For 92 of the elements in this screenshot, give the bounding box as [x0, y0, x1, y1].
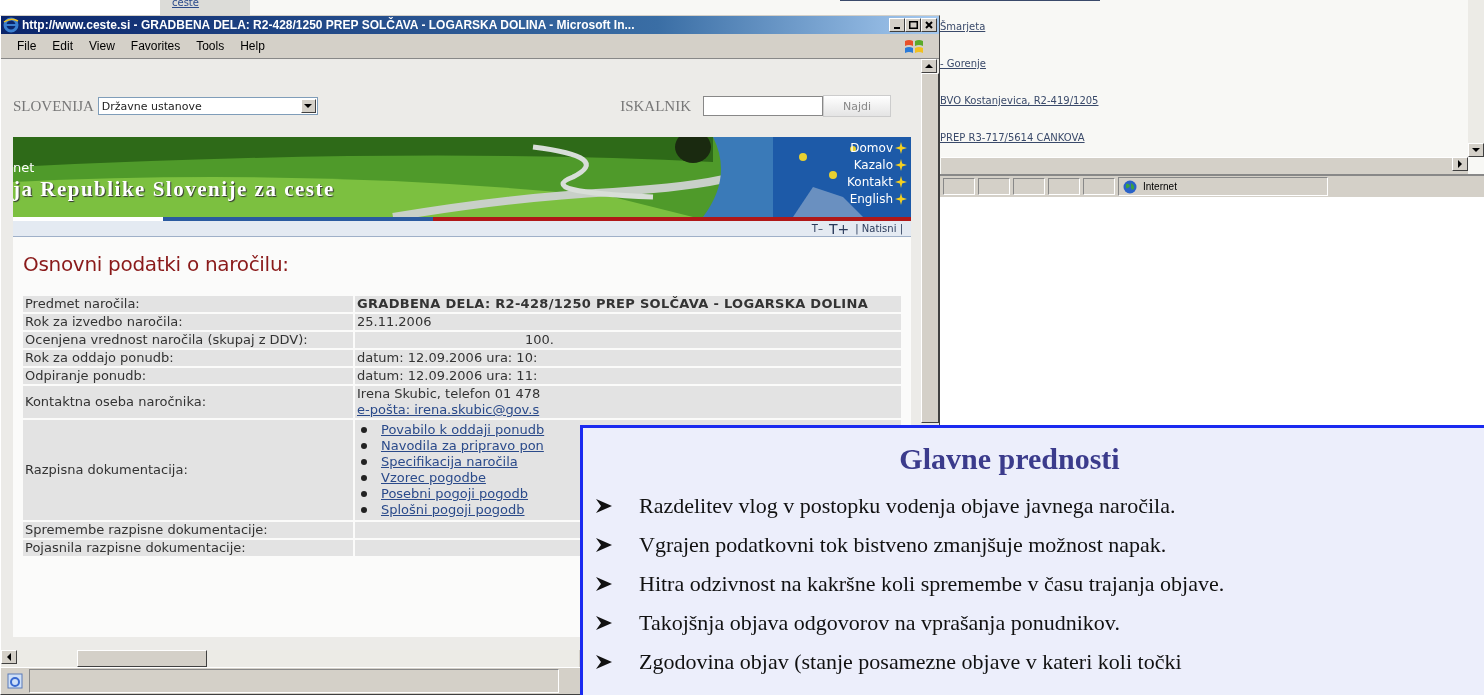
country-label: SLOVENIJA — [13, 97, 94, 115]
arrow-bullet-icon — [595, 614, 613, 631]
triangle-right-icon — [1458, 160, 1462, 168]
horizontal-scrollbar[interactable] — [941, 157, 1468, 174]
site-title: ja Republike Slovenije za ceste — [13, 177, 335, 202]
scroll-thumb[interactable] — [77, 650, 207, 667]
bullet-text: Vgrajen podatkovni tok bistveno zmanjšuje možnost napak. — [639, 531, 1167, 558]
font-size-button[interactable]: T+ — [828, 220, 850, 237]
link[interactable]: PREP R3-717/5614 CANKOVA — [940, 131, 1085, 145]
field-value: 100. — [355, 332, 901, 348]
nav-link[interactable]: Domov — [850, 140, 893, 155]
bullet-icon — [361, 443, 367, 449]
minimize-icon — [894, 27, 900, 29]
document-link[interactable]: Navodila za pripravo pon — [381, 438, 544, 454]
document-link[interactable]: Posebni pogoji pogodb — [381, 486, 529, 502]
page-icon — [7, 673, 23, 689]
search-field[interactable] — [703, 96, 823, 116]
link[interactable]: BVO Kostanjevica, R2-419/1205 — [940, 94, 1099, 108]
star-icon — [895, 175, 907, 188]
triangle-up-icon — [925, 64, 933, 68]
field-label: Rok za oddajo ponudb: — [23, 350, 355, 366]
scroll-up-button[interactable] — [921, 59, 937, 73]
field-value: 25.11.2006 — [355, 314, 901, 330]
arrow-bullet-icon — [595, 536, 613, 553]
menu-item[interactable]: Edit — [44, 37, 82, 55]
field-label: Odpiranje ponudb: — [23, 368, 355, 384]
menu-item[interactable]: Help — [232, 37, 273, 55]
globe-icon — [1123, 179, 1137, 194]
maximize-icon — [908, 21, 918, 29]
star-icon — [895, 158, 907, 171]
menu-item[interactable]: View — [81, 37, 123, 55]
zone-label: Internet — [1143, 181, 1177, 192]
menu-item[interactable]: Favorites — [122, 37, 189, 55]
field-label: Kontaktna oseba naročnika: — [23, 386, 355, 418]
bullet-icon — [361, 459, 367, 465]
bullet-text: Zgodovina objav (stanje posamezne objave v kateri koli točki — [639, 648, 1182, 675]
nav-link[interactable]: Kontakt — [847, 174, 893, 189]
country-dropdown[interactable]: Državne ustanove — [97, 97, 318, 115]
field-label: Razpisna dokumentacija: — [23, 420, 355, 520]
bullet-icon — [361, 427, 367, 433]
scroll-down-button[interactable] — [1468, 143, 1484, 157]
bullet-icon — [361, 491, 367, 497]
minimize-button[interactable] — [889, 18, 905, 32]
arrow-bullet-icon — [595, 497, 613, 514]
field-value: datum: 12.09.2006 ura: 11: — [355, 368, 901, 384]
dropdown-button[interactable] — [300, 99, 316, 113]
triangle-down-icon — [1472, 148, 1480, 152]
close-icon — [925, 21, 933, 29]
horizontal-scrollbar[interactable] — [1, 650, 579, 667]
bullet-icon — [361, 475, 367, 481]
star-icon — [895, 141, 907, 154]
field-value: GRADBENA DELA: R2-428/1250 PREP SOLČAVA - LOGARSKA DOLINA — [355, 296, 901, 312]
bullet-icon — [361, 507, 367, 513]
site-name: net — [13, 160, 35, 175]
nav-link[interactable]: Kazalo — [853, 157, 893, 172]
document-link[interactable]: Specifikacija naročila — [381, 454, 518, 470]
link[interactable]: Šmarjeta — [940, 20, 986, 34]
triangle-left-icon — [7, 653, 11, 661]
section-heading: Osnovni podatki o naročilu: — [23, 252, 290, 276]
scroll-right-button[interactable] — [1452, 157, 1468, 171]
menu-item[interactable]: Tools — [188, 37, 233, 55]
close-button[interactable] — [921, 18, 937, 32]
arrow-bullet-icon — [595, 653, 613, 670]
contact-text: Irena Skubic, telefon 01 478 — [357, 386, 542, 402]
browser-icon — [3, 17, 19, 33]
search-label: ISKALNIK — [620, 97, 691, 115]
triangle-down-icon — [304, 104, 313, 108]
field-label: Rok za izvedbo naročila: — [23, 314, 355, 330]
document-link[interactable]: Vzorec pogodbe — [381, 470, 486, 486]
bullet-text: Takojšnja objava odgovorov na vprašanja ponudnikov. — [639, 609, 1120, 636]
field-value: datum: 12.09.2006 ura: 10: — [355, 350, 901, 366]
maximize-button[interactable] — [905, 18, 921, 32]
field-label: Spremembe razpisne dokumentacije: — [23, 522, 355, 538]
nav-link[interactable]: English — [849, 191, 893, 206]
print-link[interactable]: | Natisni | — [855, 223, 903, 234]
slide-title: Glavne prednosti — [898, 442, 1121, 476]
bullet-text: Razdelitev vlog v postopku vodenja objave javnega naročila. — [639, 492, 1176, 519]
menu-item[interactable]: File — [9, 37, 45, 55]
arrow-bullet-icon — [595, 575, 613, 592]
font-size-button[interactable]: T– — [811, 223, 823, 234]
bullet-text: Hitra odzivnost na kakršne koli spremembe v času trajanja objave. — [639, 570, 1225, 597]
email-link[interactable]: e-pošta: irena.skubic@gov.s — [357, 402, 540, 417]
field-label: Predmet naročila: — [23, 296, 355, 312]
field-label: Ocenjena vrednost naročila (skupaj z DDV): — [23, 332, 355, 348]
scroll-left-button[interactable] — [1, 650, 17, 664]
document-link[interactable]: Povabilo k oddaji ponudb — [381, 422, 545, 438]
link[interactable]: - Gorenje — [940, 57, 986, 71]
document-link[interactable]: Splošni pogoji pogodb — [381, 502, 525, 518]
star-icon — [895, 192, 907, 205]
window-title: http://www.ceste.si - GRADBENA DELA: R2-428/1250 PREP SOLČAVA - LOGARSKA DOLINA - Microsoft In... — [22, 18, 636, 32]
field-label: Pojasnila razpisne dokumentacije: — [23, 540, 355, 556]
vertical-scrollbar[interactable] — [1468, 0, 1484, 157]
